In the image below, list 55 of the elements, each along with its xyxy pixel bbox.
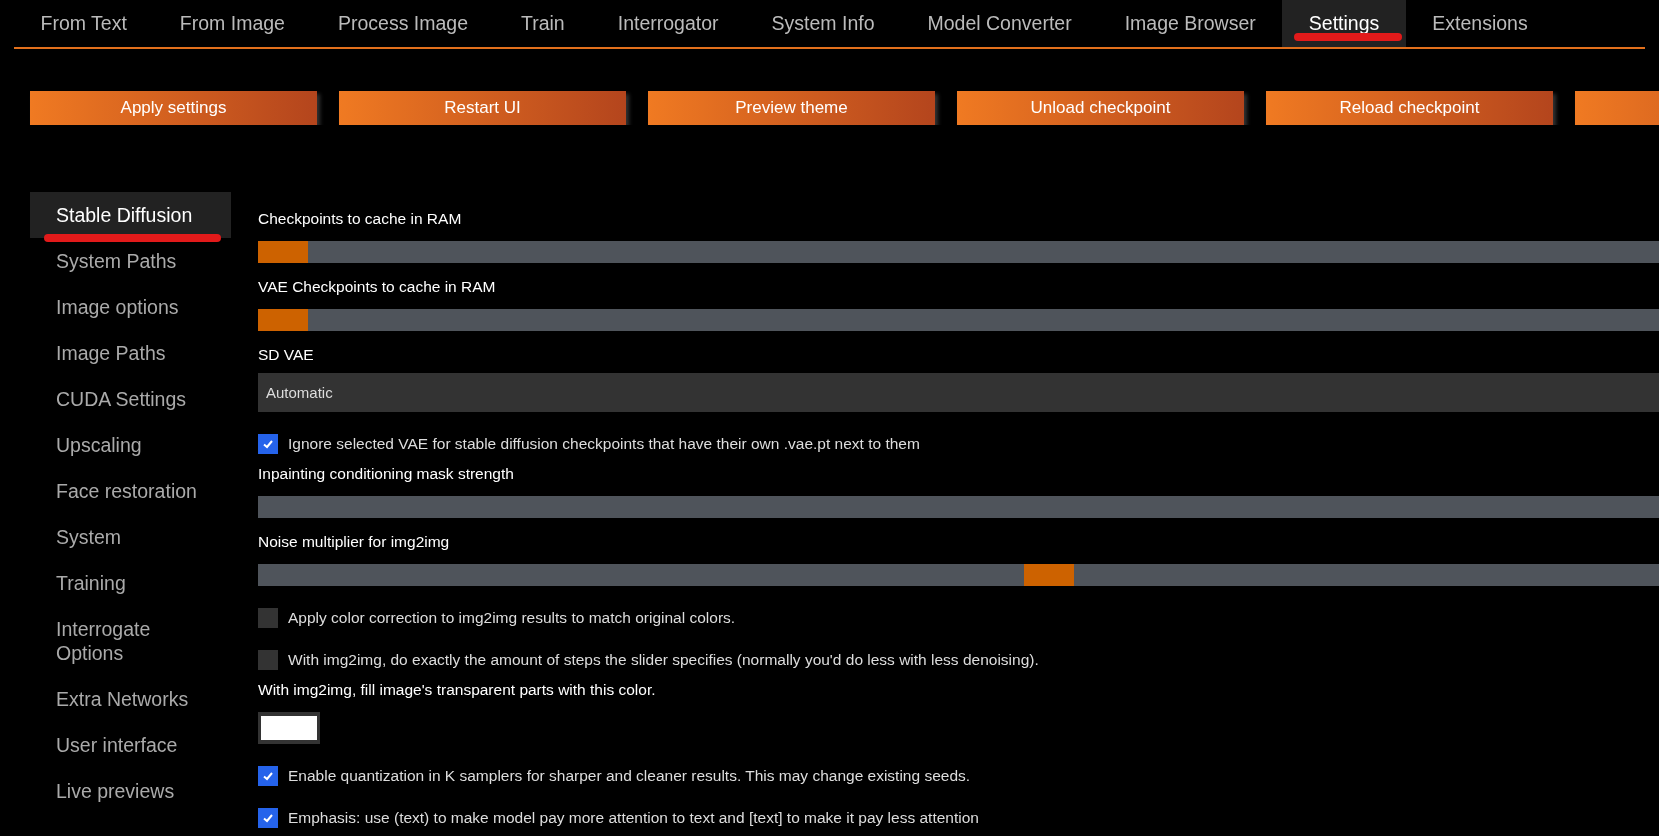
sidebar-item[interactable]: System [30, 514, 231, 560]
check-icon [262, 770, 274, 782]
setting-label: With img2img, fill image's transparent parts with this color. [258, 680, 657, 700]
action-button[interactable]: Preview theme [648, 91, 935, 125]
checkbox[interactable] [258, 808, 278, 828]
checkbox[interactable] [258, 608, 278, 628]
sidebar-item[interactable]: User interface [30, 722, 231, 768]
setting-label: SD VAE [258, 345, 315, 365]
slider-track[interactable] [258, 241, 1659, 263]
setting-label: Checkpoints to cache in RAM [258, 209, 463, 229]
checkbox[interactable] [258, 766, 278, 786]
checkbox-label: Apply color correction to img2img results to match original colors. [288, 609, 736, 627]
action-button[interactable]: Reload checkpoint [1266, 91, 1553, 125]
checkbox-label: Enable quantization in K samplers for sharper and cleaner results. This may change existing seeds. [288, 767, 971, 785]
sidebar-item[interactable]: CUDA Settings [30, 376, 231, 422]
sidebar-item[interactable]: Extra Networks [30, 676, 231, 722]
slider-thumb[interactable] [1024, 564, 1074, 586]
slider-track[interactable] [258, 564, 1659, 586]
tab[interactable]: From Text [14, 0, 154, 47]
tab[interactable]: Train [494, 0, 592, 47]
sidebar-item[interactable]: Training [30, 560, 231, 606]
sidebar-item[interactable]: Interrogate Options [30, 606, 231, 676]
tab[interactable]: Extensions [1405, 0, 1555, 47]
sidebar-item[interactable]: Image Paths [30, 330, 231, 376]
tab[interactable]: System Info [745, 0, 901, 47]
slider-track[interactable] [258, 309, 1659, 331]
action-button[interactable]: Unload checkpoint [957, 91, 1244, 125]
sidebar-item[interactable]: Stable Diffusion [30, 192, 231, 238]
action-button[interactable]: Restart UI [339, 91, 626, 125]
slider-track[interactable] [258, 496, 1659, 518]
sidebar-item[interactable]: System Paths [30, 238, 231, 284]
checkbox[interactable] [258, 650, 278, 670]
tab[interactable]: Image Browser [1098, 0, 1283, 47]
action-button[interactable]: Apply settings [30, 91, 317, 125]
checkbox-label: With img2img, do exactly the amount of steps the slider specifies (normally you'd do less with less denoising). [288, 651, 1039, 669]
sidebar-item[interactable]: Live previews [30, 768, 231, 814]
tab[interactable]: Model Converter [901, 0, 1099, 47]
tab[interactable]: From Image [153, 0, 312, 47]
setting-label: VAE Checkpoints to cache in RAM [258, 277, 497, 297]
check-icon [262, 438, 274, 450]
tab[interactable]: Settings [1282, 0, 1406, 47]
checkbox[interactable] [258, 434, 278, 454]
slider-thumb[interactable] [258, 241, 308, 263]
dropdown[interactable]: Automatic [258, 373, 1659, 412]
tab[interactable]: Process Image [311, 0, 495, 47]
slider-thumb[interactable] [258, 309, 308, 331]
checkbox-label: Ignore selected VAE for stable diffusion checkpoints that have their own .vae.pt next to them [288, 435, 920, 453]
checkbox-label: Emphasis: use (text) to make model pay more attention to text and [text] to make it pay less attention [288, 809, 979, 827]
sidebar-item[interactable]: Image options [30, 284, 231, 330]
sidebar-item[interactable]: Face restoration [30, 468, 231, 514]
check-icon [262, 812, 274, 824]
sidebar-item[interactable]: Upscaling [30, 422, 231, 468]
tab[interactable]: Interrogator [591, 0, 746, 47]
setting-label: Inpainting conditioning mask strength [258, 464, 515, 484]
setting-label: Noise multiplier for img2img [258, 532, 451, 552]
